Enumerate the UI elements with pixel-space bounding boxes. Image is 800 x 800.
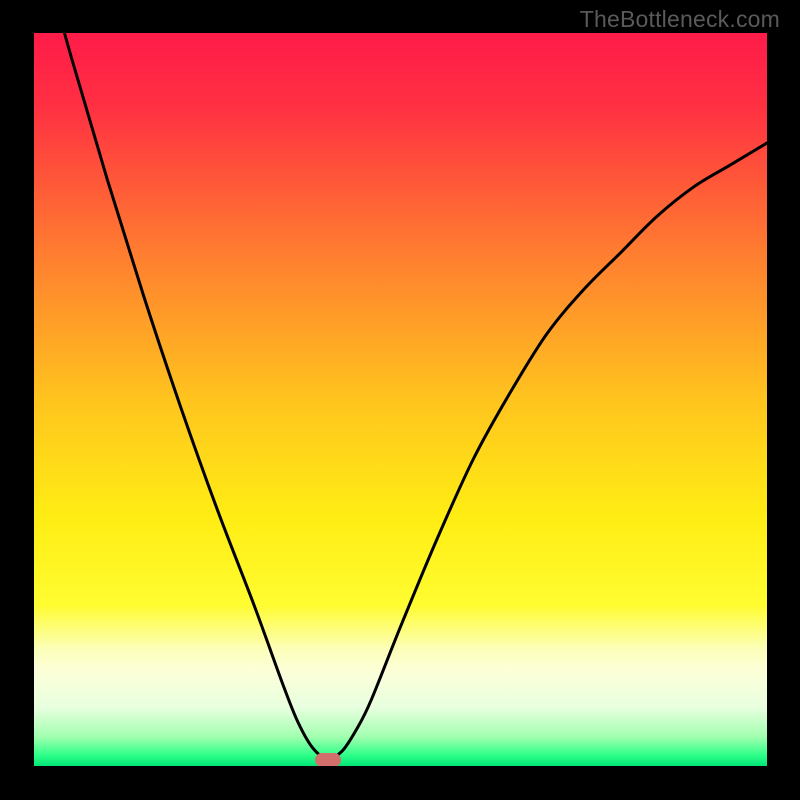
plot-area bbox=[34, 33, 767, 766]
optimum-marker bbox=[315, 753, 341, 766]
bottleneck-curve bbox=[34, 33, 767, 766]
watermark-text: TheBottleneck.com bbox=[580, 6, 780, 33]
